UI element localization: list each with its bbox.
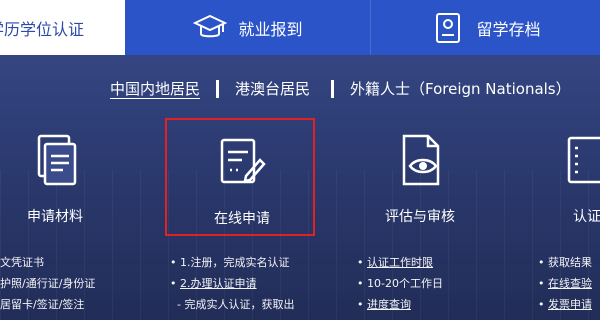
list-item: • 获取结果 xyxy=(538,256,592,269)
tab-degree-verification-label: 学历学位认证 xyxy=(0,19,85,39)
list-item: 文凭证书 xyxy=(0,256,44,269)
list-item-text: 10-20个工作日 xyxy=(367,277,443,290)
tab-degree-verification[interactable]: 学历学位认证 xyxy=(0,0,125,55)
list-item-text: 获取结果 xyxy=(548,256,592,269)
step-application-materials[interactable]: 申请材料 xyxy=(0,118,130,236)
document-eye-icon xyxy=(390,130,450,190)
step-evaluation-review[interactable]: 评估与审核 xyxy=(345,118,495,236)
residency-option-hk-macao-taiwan[interactable]: 港澳台居民 xyxy=(235,78,310,99)
list-item[interactable]: • 进度查询 xyxy=(357,294,443,315)
graduation-cap-icon xyxy=(192,10,228,46)
progress-query-link[interactable]: 进度查询 xyxy=(367,298,411,311)
tab-study-abroad-archives[interactable]: 留学存档 xyxy=(370,0,600,55)
step-online-application[interactable]: 在线申请 xyxy=(165,118,315,236)
apply-list: • 1.注册，完成实名认证 • 2.办理认证申请 - 完成实人认证，获取出 xyxy=(170,252,294,315)
tab-employment-label: 就业报到 xyxy=(238,19,303,39)
online-verify-link[interactable]: 在线查验 xyxy=(548,277,592,290)
result-list: • 获取结果 • 在线查验 • 发票申请 xyxy=(538,252,592,315)
list-item: • 1.注册，完成实名认证 xyxy=(170,256,290,269)
list-item[interactable]: • 在线查验 xyxy=(538,273,592,294)
service-tabs: 学历学位认证 就业报到 留学存档 xyxy=(0,0,600,55)
step-label: 认证 xyxy=(573,209,600,225)
step-label: 在线申请 xyxy=(214,211,270,227)
apply-link[interactable]: 2.办理认证申请 xyxy=(180,277,257,290)
residency-option-foreign-nationals[interactable]: 外籍人士（Foreign Nationals） xyxy=(350,78,571,99)
residency-option-mainland[interactable]: 中国内地居民 xyxy=(110,78,200,99)
tab-employment-registration[interactable]: 就业报到 xyxy=(125,0,370,55)
tab-archives-label: 留学存档 xyxy=(476,19,541,39)
list-item: 居留卡/签证/签注 xyxy=(0,298,85,311)
divider xyxy=(331,80,334,98)
step-label: 评估与审核 xyxy=(385,209,455,225)
time-limit-link[interactable]: 认证工作时限 xyxy=(367,256,433,269)
list-item[interactable]: • 认证工作时限 xyxy=(357,252,443,273)
list-item: • 10-20个工作日 xyxy=(357,277,443,290)
step-certification[interactable]: 认证 xyxy=(512,118,600,236)
materials-list: 文凭证书 护照/通行证/身份证 居留卡/签证/签注 xyxy=(0,252,95,315)
documents-icon xyxy=(25,130,85,190)
invoice-link[interactable]: 发票申请 xyxy=(548,298,592,311)
list-icon xyxy=(557,130,600,190)
list-item: 护照/通行证/身份证 xyxy=(0,277,96,290)
step-label: 申请材料 xyxy=(27,209,83,225)
list-item-text: 1.注册，完成实名认证 xyxy=(180,256,290,269)
form-edit-icon xyxy=(210,132,270,192)
divider xyxy=(216,80,219,98)
list-item[interactable]: • 发票申请 xyxy=(538,294,592,315)
list-item-text: - 完成实人认证，获取出 xyxy=(177,298,295,311)
review-list: • 认证工作时限 • 10-20个工作日 • 进度查询 xyxy=(357,252,443,315)
list-item[interactable]: • 2.办理认证申请 xyxy=(170,273,294,294)
archive-folder-icon xyxy=(430,10,466,46)
list-item: - 完成实人认证，获取出 xyxy=(170,294,294,315)
